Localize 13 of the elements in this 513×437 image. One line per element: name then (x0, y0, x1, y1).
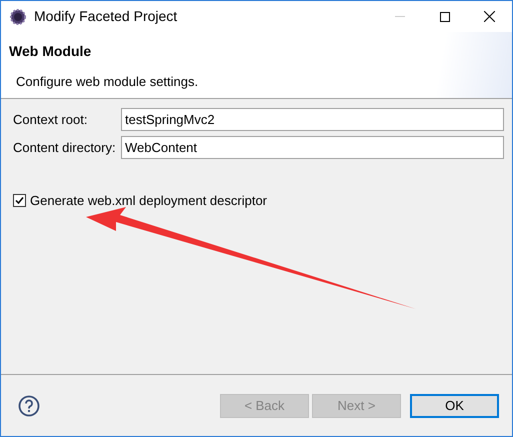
help-icon[interactable] (18, 394, 40, 416)
checkbox[interactable] (13, 194, 26, 208)
close-icon (484, 11, 495, 22)
checkbox-label: Generate web.xml deployment descriptor (30, 192, 268, 210)
page-description: Configure web module settings. (15, 73, 200, 91)
input-field[interactable]: WebContent (121, 136, 504, 159)
page-title: Web Module (9, 42, 92, 61)
window-title: Modify Faceted Project (34, 7, 178, 26)
field-label: Content directory: (12, 138, 117, 157)
gear-icon (10, 8, 26, 24)
input-field[interactable]: testSpringMvc2 (121, 108, 504, 131)
field-label: Context root: (12, 110, 88, 129)
ok-button[interactable]: OK (410, 394, 499, 418)
